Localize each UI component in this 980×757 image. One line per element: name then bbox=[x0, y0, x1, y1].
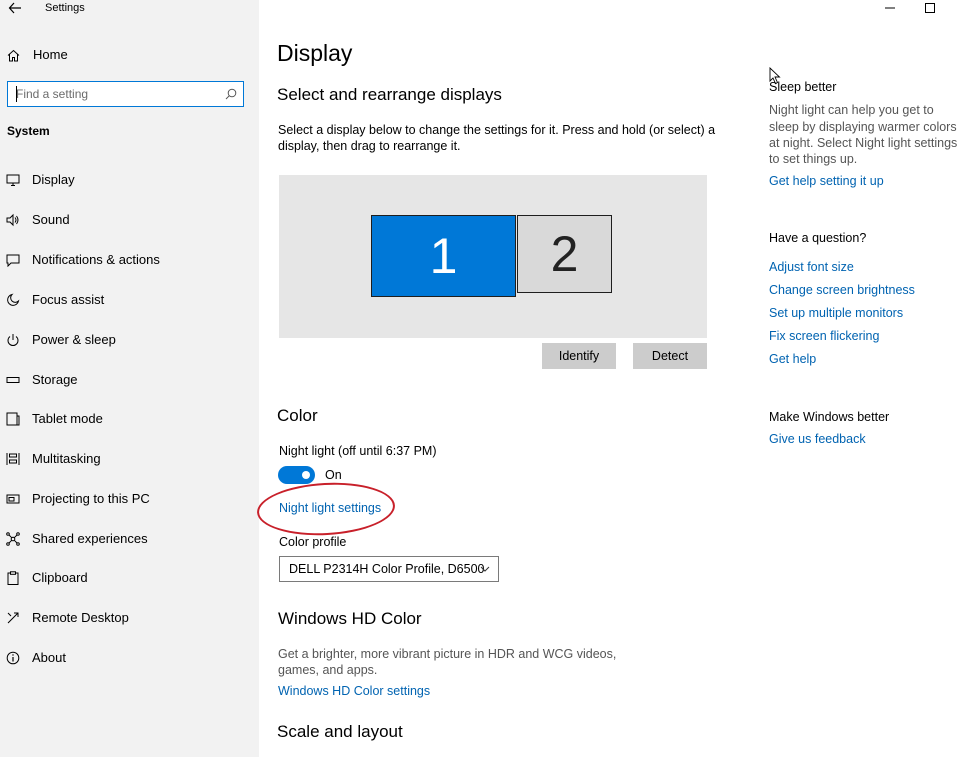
feedback-link[interactable]: Give us feedback bbox=[769, 432, 866, 446]
remote-desktop-icon bbox=[7, 612, 19, 624]
sleep-desc-line1: Night light can help you get to bbox=[769, 103, 934, 117]
sidebar-item-remote-desktop[interactable]: Remote Desktop bbox=[0, 604, 259, 632]
sidebar-item-shared-experiences[interactable]: Shared experiences bbox=[0, 525, 259, 553]
sleep-desc-line4: to set things up. bbox=[769, 152, 858, 166]
night-light-toggle[interactable] bbox=[278, 466, 315, 484]
monitor-2-tile[interactable]: 2 bbox=[517, 215, 612, 293]
color-heading: Color bbox=[277, 406, 318, 425]
color-profile-label: Color profile bbox=[279, 535, 347, 549]
sidebar-item-label: Storage bbox=[32, 372, 78, 387]
sidebar-item-sound[interactable]: Sound bbox=[0, 206, 259, 234]
notification-icon bbox=[6, 254, 20, 267]
home-label: Home bbox=[33, 47, 68, 62]
make-windows-better-heading: Make Windows better bbox=[769, 410, 890, 424]
sidebar-item-label: Notifications & actions bbox=[32, 252, 160, 267]
scale-layout-heading: Scale and layout bbox=[277, 722, 403, 741]
hd-color-desc-line2: games, and apps. bbox=[278, 663, 378, 677]
back-arrow-icon[interactable] bbox=[8, 0, 22, 16]
sidebar-item-label: Projecting to this PC bbox=[32, 491, 150, 506]
moon-icon bbox=[7, 293, 20, 306]
help-link-brightness[interactable]: Change screen brightness bbox=[769, 283, 915, 297]
toggle-state-label: On bbox=[325, 468, 342, 482]
monitor-1-tile[interactable]: 1 bbox=[371, 215, 516, 297]
help-link-font-size[interactable]: Adjust font size bbox=[769, 260, 854, 274]
color-profile-value: DELL P2314H Color Profile, D6500 bbox=[289, 562, 485, 576]
help-link-flickering[interactable]: Fix screen flickering bbox=[769, 329, 879, 343]
multitasking-icon bbox=[6, 453, 20, 465]
sidebar-item-projecting[interactable]: Projecting to this PC bbox=[0, 485, 259, 513]
sidebar-item-label: Multitasking bbox=[32, 451, 101, 466]
sidebar: Settings Home System Display Sound Notif… bbox=[0, 0, 259, 757]
sidebar-item-tablet-mode[interactable]: Tablet mode bbox=[0, 405, 259, 433]
sidebar-item-label: Sound bbox=[32, 212, 70, 227]
shared-icon bbox=[6, 532, 20, 546]
sidebar-item-label: Power & sleep bbox=[32, 332, 116, 347]
maximize-icon[interactable] bbox=[922, 0, 938, 16]
sleep-help-link[interactable]: Get help setting it up bbox=[769, 174, 884, 188]
display-arrangement-area: 1 2 bbox=[279, 175, 707, 338]
color-profile-dropdown[interactable]: DELL P2314H Color Profile, D6500 bbox=[279, 556, 499, 582]
search-box[interactable] bbox=[7, 81, 244, 107]
monitor-icon bbox=[6, 174, 20, 186]
sidebar-item-notifications[interactable]: Notifications & actions bbox=[0, 246, 259, 274]
window-title: Settings bbox=[45, 2, 85, 14]
sidebar-item-label: Remote Desktop bbox=[32, 610, 129, 625]
text-caret bbox=[16, 86, 17, 102]
tablet-icon bbox=[6, 412, 20, 426]
projecting-icon bbox=[6, 494, 20, 504]
sidebar-item-label: Display bbox=[32, 172, 75, 187]
sleep-better-heading: Sleep better bbox=[769, 80, 837, 94]
power-icon bbox=[7, 334, 19, 346]
info-icon bbox=[6, 651, 20, 665]
identify-button[interactable]: Identify bbox=[542, 343, 616, 369]
arrange-heading: Select and rearrange displays bbox=[277, 85, 502, 104]
sidebar-item-label: Clipboard bbox=[32, 570, 88, 585]
search-input[interactable] bbox=[16, 86, 216, 102]
night-light-label: Night light (off until 6:37 PM) bbox=[279, 444, 437, 458]
sidebar-item-home[interactable]: Home bbox=[0, 44, 259, 66]
sleep-desc-line3: at night. Select Night light settings bbox=[769, 136, 958, 150]
minimize-icon[interactable] bbox=[882, 0, 898, 16]
help-link-multiple-monitors[interactable]: Set up multiple monitors bbox=[769, 306, 903, 320]
hd-color-desc-line1: Get a brighter, more vibrant picture in … bbox=[278, 647, 617, 661]
toggle-knob bbox=[302, 471, 310, 479]
question-heading: Have a question? bbox=[769, 231, 867, 245]
sleep-desc-line2: sleep by displaying warmer colors bbox=[769, 120, 957, 134]
annotation-circle bbox=[255, 479, 397, 539]
home-icon bbox=[7, 49, 20, 62]
sidebar-item-about[interactable]: About bbox=[0, 644, 259, 672]
hd-color-heading: Windows HD Color bbox=[278, 609, 422, 628]
speaker-icon bbox=[6, 213, 19, 227]
sidebar-item-focus-assist[interactable]: Focus assist bbox=[0, 286, 259, 314]
arrange-desc-line1: Select a display below to change the set… bbox=[278, 123, 716, 137]
hd-color-settings-link[interactable]: Windows HD Color settings bbox=[278, 684, 430, 698]
chevron-down-icon bbox=[480, 566, 490, 572]
clipboard-icon bbox=[7, 571, 19, 585]
page-title: Display bbox=[277, 40, 353, 66]
sidebar-item-multitasking[interactable]: Multitasking bbox=[0, 445, 259, 473]
sidebar-item-display[interactable]: Display bbox=[0, 166, 259, 194]
help-link-get-help[interactable]: Get help bbox=[769, 352, 816, 366]
sidebar-item-label: Shared experiences bbox=[32, 531, 148, 546]
storage-icon bbox=[6, 377, 20, 383]
sidebar-item-label: About bbox=[32, 650, 66, 665]
detect-button[interactable]: Detect bbox=[633, 343, 707, 369]
sidebar-item-storage[interactable]: Storage bbox=[0, 366, 259, 394]
sidebar-item-power-sleep[interactable]: Power & sleep bbox=[0, 326, 259, 354]
arrange-desc-line2: display, then drag to rearrange it. bbox=[278, 139, 461, 153]
sidebar-item-label: Tablet mode bbox=[32, 411, 103, 426]
search-icon[interactable] bbox=[225, 88, 237, 100]
sidebar-item-clipboard[interactable]: Clipboard bbox=[0, 564, 259, 592]
section-label-system: System bbox=[7, 124, 50, 138]
sidebar-item-label: Focus assist bbox=[32, 292, 105, 307]
